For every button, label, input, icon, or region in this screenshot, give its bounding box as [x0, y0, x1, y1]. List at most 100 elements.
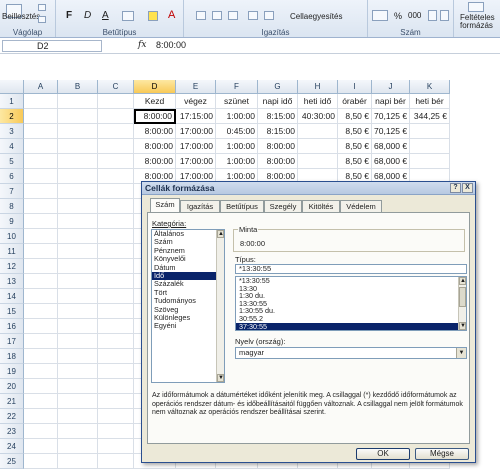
column-header-a[interactable]: A	[24, 80, 58, 94]
type-item[interactable]: 13:30	[236, 284, 466, 293]
function-icon[interactable]: fx	[138, 40, 146, 50]
type-item[interactable]: 30:55.2	[236, 315, 466, 323]
name-box[interactable]: D2	[2, 40, 102, 52]
type-item[interactable]: 1:30:55 du.	[236, 307, 466, 315]
row-header-17[interactable]: 17	[0, 334, 24, 349]
cell-j3[interactable]: 70,125 €	[372, 124, 410, 139]
cell-b22[interactable]	[58, 409, 98, 424]
align-left-icon[interactable]	[196, 11, 206, 20]
cell-a16[interactable]	[24, 319, 58, 334]
formula-input[interactable]: 8:00:00	[156, 40, 186, 50]
row-header-22[interactable]: 22	[0, 409, 24, 424]
cell-a5[interactable]	[24, 154, 58, 169]
merge-cells-button[interactable]: Cellaegyesítés	[290, 12, 342, 21]
cell-c7[interactable]	[98, 184, 134, 199]
scroll-down-icon[interactable]: ▼	[459, 322, 466, 330]
type-input[interactable]: *13:30:55	[235, 264, 467, 274]
cell-h1[interactable]: heti idő	[298, 94, 338, 109]
format-painter-icon[interactable]	[38, 16, 46, 23]
row-header-3[interactable]: 3	[0, 124, 24, 139]
cell-a1[interactable]	[24, 94, 58, 109]
cell-k2[interactable]: 344,25 €	[410, 109, 450, 124]
cell-c9[interactable]	[98, 214, 134, 229]
cell-a8[interactable]	[24, 199, 58, 214]
cell-a2[interactable]	[24, 109, 58, 124]
scroll-up-icon[interactable]: ▲	[217, 230, 224, 238]
cell-i2[interactable]: 8,50 €	[338, 109, 372, 124]
outdent-icon[interactable]	[264, 11, 274, 20]
type-scrollbar[interactable]: ▲ ▼	[458, 277, 466, 330]
chevron-down-icon[interactable]: ▼	[456, 348, 466, 358]
cell-b15[interactable]	[58, 304, 98, 319]
cell-c3[interactable]	[98, 124, 134, 139]
cell-a19[interactable]	[24, 364, 58, 379]
row-header-13[interactable]: 13	[0, 274, 24, 289]
thousands-button[interactable]: 000	[408, 11, 421, 20]
close-button[interactable]: X	[462, 183, 473, 193]
italic-button[interactable]: D	[84, 10, 91, 21]
cell-b16[interactable]	[58, 319, 98, 334]
column-header-b[interactable]: B	[58, 80, 98, 94]
column-header-c[interactable]: C	[98, 80, 134, 94]
cell-d1[interactable]: Kezd	[134, 94, 176, 109]
cell-g2[interactable]: 8:15:00	[258, 109, 298, 124]
cell-b23[interactable]	[58, 424, 98, 439]
locale-select[interactable]: magyar ▼	[235, 347, 467, 359]
cell-b11[interactable]	[58, 244, 98, 259]
cell-e5[interactable]: 17:00:00	[176, 154, 216, 169]
conditional-format-button[interactable]: Feltételes formázás	[460, 14, 500, 30]
underline-button[interactable]: A	[102, 10, 109, 21]
align-center-icon[interactable]	[212, 11, 222, 20]
cell-c18[interactable]	[98, 349, 134, 364]
column-header-h[interactable]: H	[298, 80, 338, 94]
percent-button[interactable]: %	[394, 11, 402, 21]
cell-c21[interactable]	[98, 394, 134, 409]
cell-f3[interactable]: 0:45:00	[216, 124, 258, 139]
row-header-7[interactable]: 7	[0, 184, 24, 199]
cell-c25[interactable]	[98, 454, 134, 469]
row-header-14[interactable]: 14	[0, 289, 24, 304]
cell-k4[interactable]	[410, 139, 450, 154]
bold-button[interactable]: F	[66, 10, 72, 21]
cell-a17[interactable]	[24, 334, 58, 349]
row-header-1[interactable]: 1	[0, 94, 24, 109]
cell-d2[interactable]: 8:00:00	[134, 109, 176, 124]
cell-c14[interactable]	[98, 289, 134, 304]
row-header-23[interactable]: 23	[0, 424, 24, 439]
column-header-j[interactable]: J	[372, 80, 410, 94]
cell-k1[interactable]: heti bér	[410, 94, 450, 109]
cell-c12[interactable]	[98, 259, 134, 274]
cell-c17[interactable]	[98, 334, 134, 349]
cell-a25[interactable]	[24, 454, 58, 469]
row-header-24[interactable]: 24	[0, 439, 24, 454]
type-item[interactable]: 1:30 du.	[236, 292, 466, 300]
cell-a4[interactable]	[24, 139, 58, 154]
cell-b2[interactable]	[58, 109, 98, 124]
cell-h4[interactable]	[298, 139, 338, 154]
cell-k5[interactable]	[410, 154, 450, 169]
font-color-icon[interactable]: A	[168, 9, 175, 21]
scroll-down-icon[interactable]: ▼	[217, 374, 224, 382]
select-all-corner[interactable]	[0, 80, 24, 94]
cell-h3[interactable]	[298, 124, 338, 139]
row-header-9[interactable]: 9	[0, 214, 24, 229]
row-header-8[interactable]: 8	[0, 199, 24, 214]
cell-h2[interactable]: 40:30:00	[298, 109, 338, 124]
cell-a6[interactable]	[24, 169, 58, 184]
row-header-19[interactable]: 19	[0, 364, 24, 379]
paste-button[interactable]: Beillesztés	[2, 12, 40, 21]
category-item[interactable]: Egyéni	[152, 321, 224, 330]
cell-a23[interactable]	[24, 424, 58, 439]
cell-c1[interactable]	[98, 94, 134, 109]
cell-f1[interactable]: szünet	[216, 94, 258, 109]
row-header-12[interactable]: 12	[0, 259, 24, 274]
decrease-decimal-icon[interactable]	[440, 10, 449, 21]
cell-d5[interactable]: 8:00:00	[134, 154, 176, 169]
type-item[interactable]: *13:30:55	[236, 277, 466, 285]
cell-b3[interactable]	[58, 124, 98, 139]
cell-j2[interactable]: 70,125 €	[372, 109, 410, 124]
cell-i4[interactable]: 8,50 €	[338, 139, 372, 154]
row-header-21[interactable]: 21	[0, 394, 24, 409]
cancel-button[interactable]: Mégse	[415, 448, 469, 460]
fill-color-icon[interactable]	[148, 11, 158, 21]
